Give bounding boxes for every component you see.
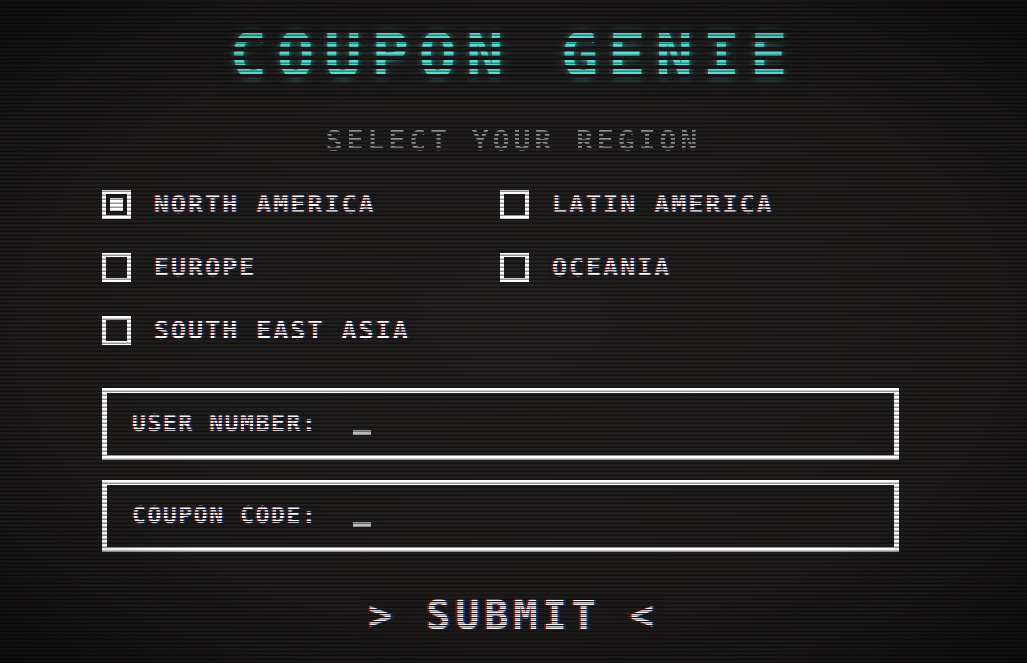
region-row: EUROPE OCEANIA	[102, 251, 922, 316]
checkbox-latin-america[interactable]	[500, 190, 529, 219]
region-label-latin-america: LATIN AMERICA	[548, 188, 778, 221]
checkbox-check-mark-icon	[110, 198, 123, 211]
region-option-latin-america[interactable]: LATIN AMERICA	[500, 188, 898, 221]
user-number-field[interactable]: USER NUMBER:	[102, 388, 899, 460]
subtitle-container: SELECT YOUR REGION	[0, 122, 1027, 160]
app-title: COUPON GENIE	[217, 15, 810, 97]
region-option-oceania[interactable]: OCEANIA	[500, 251, 898, 284]
user-number-cursor	[353, 429, 372, 435]
coupon-code-cursor	[353, 521, 372, 527]
coupon-code-field[interactable]: COUPON CODE:	[102, 480, 899, 552]
submit-button[interactable]: > SUBMIT <	[360, 590, 667, 642]
checkbox-north-america[interactable]	[102, 190, 131, 219]
checkbox-europe[interactable]	[102, 253, 131, 282]
screen-content: COUPON GENIE SELECT YOUR REGION NORTH AM…	[0, 0, 1027, 663]
coupon-code-label: COUPON CODE:	[127, 501, 322, 531]
region-option-europe[interactable]: EUROPE	[102, 251, 500, 284]
checkbox-oceania[interactable]	[500, 253, 529, 282]
app-title-container: COUPON GENIE	[0, 15, 1027, 97]
region-option-north-america[interactable]: NORTH AMERICA	[102, 188, 500, 221]
region-row: NORTH AMERICA LATIN AMERICA	[102, 188, 922, 253]
region-label-south-east-asia: SOUTH EAST ASIA	[150, 314, 414, 347]
checkbox-south-east-asia[interactable]	[102, 316, 131, 345]
user-number-label: USER NUMBER:	[127, 409, 322, 439]
region-option-south-east-asia[interactable]: SOUTH EAST ASIA	[102, 314, 500, 347]
region-selection-group: NORTH AMERICA LATIN AMERICA EUROPE OCEAN…	[102, 188, 922, 379]
submit-container: > SUBMIT <	[0, 590, 1027, 642]
crt-screen: COUPON GENIE SELECT YOUR REGION NORTH AM…	[0, 0, 1027, 663]
region-label-oceania: OCEANIA	[547, 251, 676, 284]
region-row: SOUTH EAST ASIA	[102, 314, 922, 379]
region-label-europe: EUROPE	[149, 251, 261, 284]
region-label-north-america: NORTH AMERICA	[150, 188, 380, 221]
region-prompt-subtitle: SELECT YOUR REGION	[319, 122, 708, 160]
